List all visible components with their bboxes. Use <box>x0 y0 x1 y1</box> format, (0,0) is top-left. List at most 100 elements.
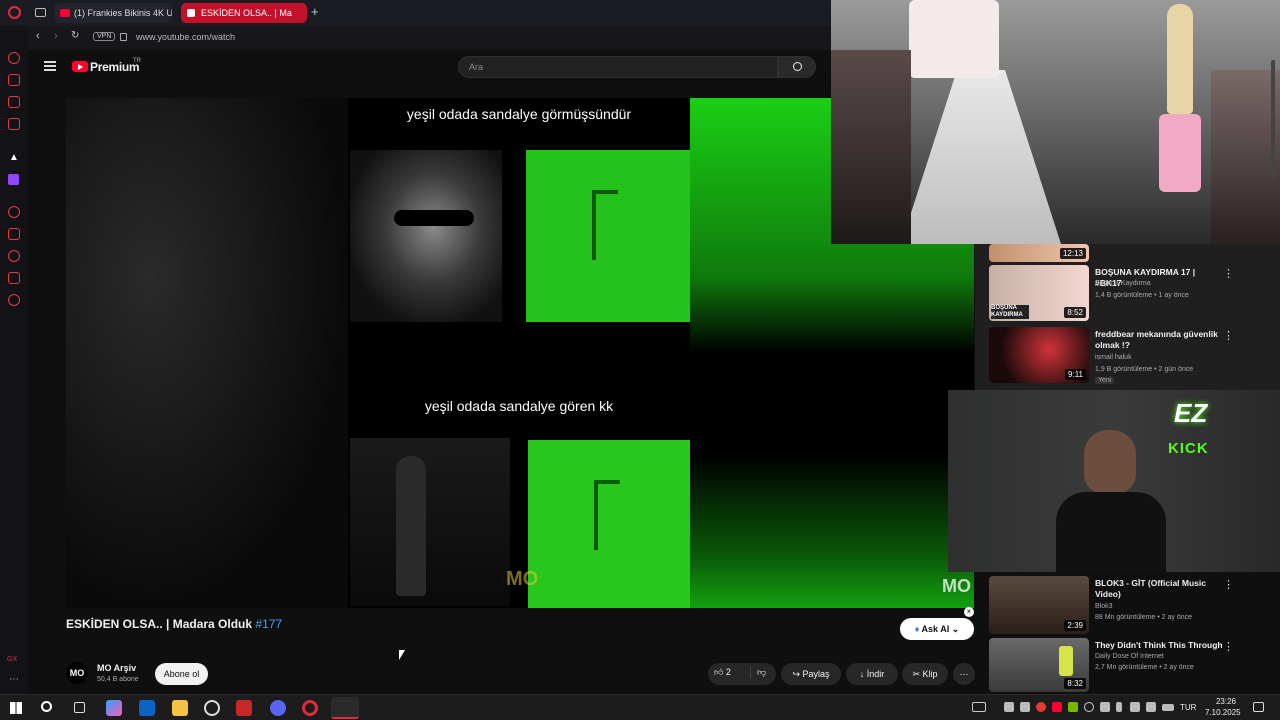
caption-bottom: yeşil odada sandalye gören kk <box>424 398 614 414</box>
mic-icon[interactable] <box>1116 702 1122 712</box>
channel-name[interactable]: MO Arşiv <box>97 663 136 673</box>
forward-icon[interactable]: › <box>54 30 58 42</box>
channel-name: Blok3 <box>1095 603 1113 610</box>
mouse-cursor-icon <box>399 650 405 660</box>
share-button[interactable]: ↪ Paylaş <box>781 663 841 685</box>
search-icon[interactable] <box>41 701 52 712</box>
file-explorer-icon[interactable] <box>172 700 188 716</box>
download-button[interactable]: ↓ İndir <box>846 663 898 685</box>
list-item[interactable]: 2:39 BLOK3 - GİT (Official Music Video) … <box>989 576 1280 636</box>
discord-tray-icon[interactable] <box>1020 702 1030 712</box>
subscribe-button[interactable]: Abone ol <box>155 663 208 685</box>
tab-eskiden-olsa[interactable]: ESKİDEN OLSA.. | Ma <box>181 3 307 23</box>
app-clock-icon[interactable] <box>204 700 220 716</box>
youtube-logo-country: TR <box>133 58 141 64</box>
windows-taskbar: TUR 23:26 7.10.2025 <box>0 694 1280 720</box>
opera-icon[interactable] <box>302 700 318 716</box>
volume-icon[interactable] <box>1146 702 1156 712</box>
nvidia-icon[interactable] <box>1068 702 1078 712</box>
more-actions-button[interactable]: ⋯ <box>953 663 975 685</box>
scrollbar[interactable] <box>1271 60 1275 180</box>
mr-incredible-image <box>350 150 502 322</box>
tray-app-icon[interactable] <box>972 702 986 712</box>
model-figure <box>1149 4 1209 192</box>
tab-overview-icon[interactable] <box>35 8 46 17</box>
sidebar-twitch-icon[interactable] <box>8 174 19 185</box>
sidebar-clock-icon[interactable] <box>8 206 20 218</box>
thumbs-down-icon: 👎︎ <box>757 667 767 677</box>
hamburger-menu-icon[interactable] <box>44 61 56 71</box>
sidebar-gx-icon[interactable]: GX <box>7 656 17 663</box>
speaker-icon <box>187 9 195 17</box>
video-meta: 1,9 B görüntüleme • 2 gün önce <box>1095 366 1194 373</box>
back-icon[interactable]: ‹ <box>36 30 40 42</box>
search-input[interactable]: Ara <box>458 56 778 78</box>
tab-frankies[interactable]: (1) Frankies Bikinis 4K Uh <box>54 3 172 23</box>
sidebar-bookmark-icon[interactable] <box>8 228 20 240</box>
youtube-tray-icon[interactable] <box>1052 702 1062 712</box>
network-icon[interactable] <box>1084 702 1094 712</box>
youtube-logo-icon[interactable] <box>72 61 88 72</box>
crowd-left <box>831 50 911 244</box>
clip-button[interactable]: ✂ Klip <box>902 663 948 685</box>
reload-icon[interactable]: ↻ <box>71 30 79 41</box>
new-tab-button[interactable]: + <box>311 4 319 19</box>
like-button[interactable]: 👍︎ 2 <box>714 667 731 678</box>
vpn-badge[interactable]: VPN <box>93 32 116 41</box>
sidebar-aria-icon[interactable] <box>8 52 20 64</box>
opera-menu-icon[interactable] <box>8 6 21 19</box>
clock-date[interactable]: 7.10.2025 <box>1205 708 1241 717</box>
list-item[interactable]: BOŞUNA KAYDIRMA 8:52 BOŞUNA KAYDIRMA 17 … <box>989 265 1280 325</box>
wifi-icon[interactable] <box>1130 702 1140 712</box>
sidebar-settings-icon[interactable] <box>8 294 20 306</box>
more-options-icon[interactable]: ⋮ <box>1223 329 1234 342</box>
list-item[interactable]: 8:32 They Didn't Think This Through Dail… <box>989 638 1280 698</box>
blurred-left-panel <box>66 98 348 608</box>
sidebar-messenger-icon[interactable] <box>8 96 20 108</box>
video-hashtag[interactable]: #177 <box>255 617 282 631</box>
chair-icon <box>594 480 620 550</box>
sidebar-bag-icon[interactable] <box>8 74 20 86</box>
search-button[interactable] <box>778 56 816 78</box>
battery-icon[interactable] <box>1162 704 1174 711</box>
close-icon[interactable]: × <box>964 607 974 617</box>
opera-gx-icon[interactable] <box>331 697 359 719</box>
sidebar-history-icon[interactable] <box>8 250 20 262</box>
steam-icon[interactable] <box>1004 702 1014 712</box>
watermark-right: MO <box>942 576 971 596</box>
more-options-icon[interactable]: ⋮ <box>1223 578 1234 591</box>
chevron-down-icon: ⌄ <box>949 624 960 634</box>
video-title: They Didn't Think This Through <box>1095 640 1223 650</box>
ask-ai-button[interactable]: ♦ Ask AI ⌄ <box>900 618 974 640</box>
sidebar-m-icon[interactable] <box>8 118 20 130</box>
channel-name: Daily Dose Of Internet <box>1095 653 1164 660</box>
scissors-icon: ✂ <box>912 669 923 679</box>
clock-time[interactable]: 23:26 <box>1212 697 1240 706</box>
url-field[interactable]: www.youtube.com/watch <box>136 32 235 42</box>
sidebar-more-icon[interactable]: ⋯ <box>9 674 19 685</box>
sidebar-arrow-icon[interactable]: ▲ <box>9 152 19 163</box>
discord-icon[interactable] <box>270 700 286 716</box>
video-thumbnail: 8:32 <box>989 638 1089 692</box>
more-options-icon[interactable]: ⋮ <box>1223 267 1234 280</box>
copilot-icon[interactable] <box>106 700 122 716</box>
shield-icon[interactable] <box>1100 702 1110 712</box>
duration-badge: 8:52 <box>1064 307 1086 318</box>
list-item[interactable]: 9:11 freddbear mekanında güvenlik olmak … <box>989 327 1280 387</box>
sidebar-send-icon[interactable] <box>8 272 20 284</box>
record-icon[interactable] <box>1036 702 1046 712</box>
windows-start-icon[interactable] <box>10 702 22 714</box>
language-indicator[interactable]: TUR <box>1180 703 1196 712</box>
dislike-button[interactable]: 👎︎ <box>750 667 766 678</box>
search-icon <box>793 62 802 71</box>
channel-avatar[interactable]: MO <box>66 662 88 684</box>
app-voicemeeter-icon[interactable] <box>236 700 252 716</box>
outlook-icon[interactable] <box>139 700 155 716</box>
notification-icon[interactable] <box>1253 702 1264 712</box>
video-thumbnail: 2:39 <box>989 576 1089 634</box>
youtube-logo-text[interactable]: Premium <box>90 60 140 74</box>
more-options-icon[interactable]: ⋮ <box>1223 640 1234 653</box>
tab-label: ESKİDEN OLSA.. | Ma <box>201 8 292 18</box>
duration-badge: 2:39 <box>1064 620 1086 631</box>
task-view-icon[interactable] <box>74 702 85 713</box>
